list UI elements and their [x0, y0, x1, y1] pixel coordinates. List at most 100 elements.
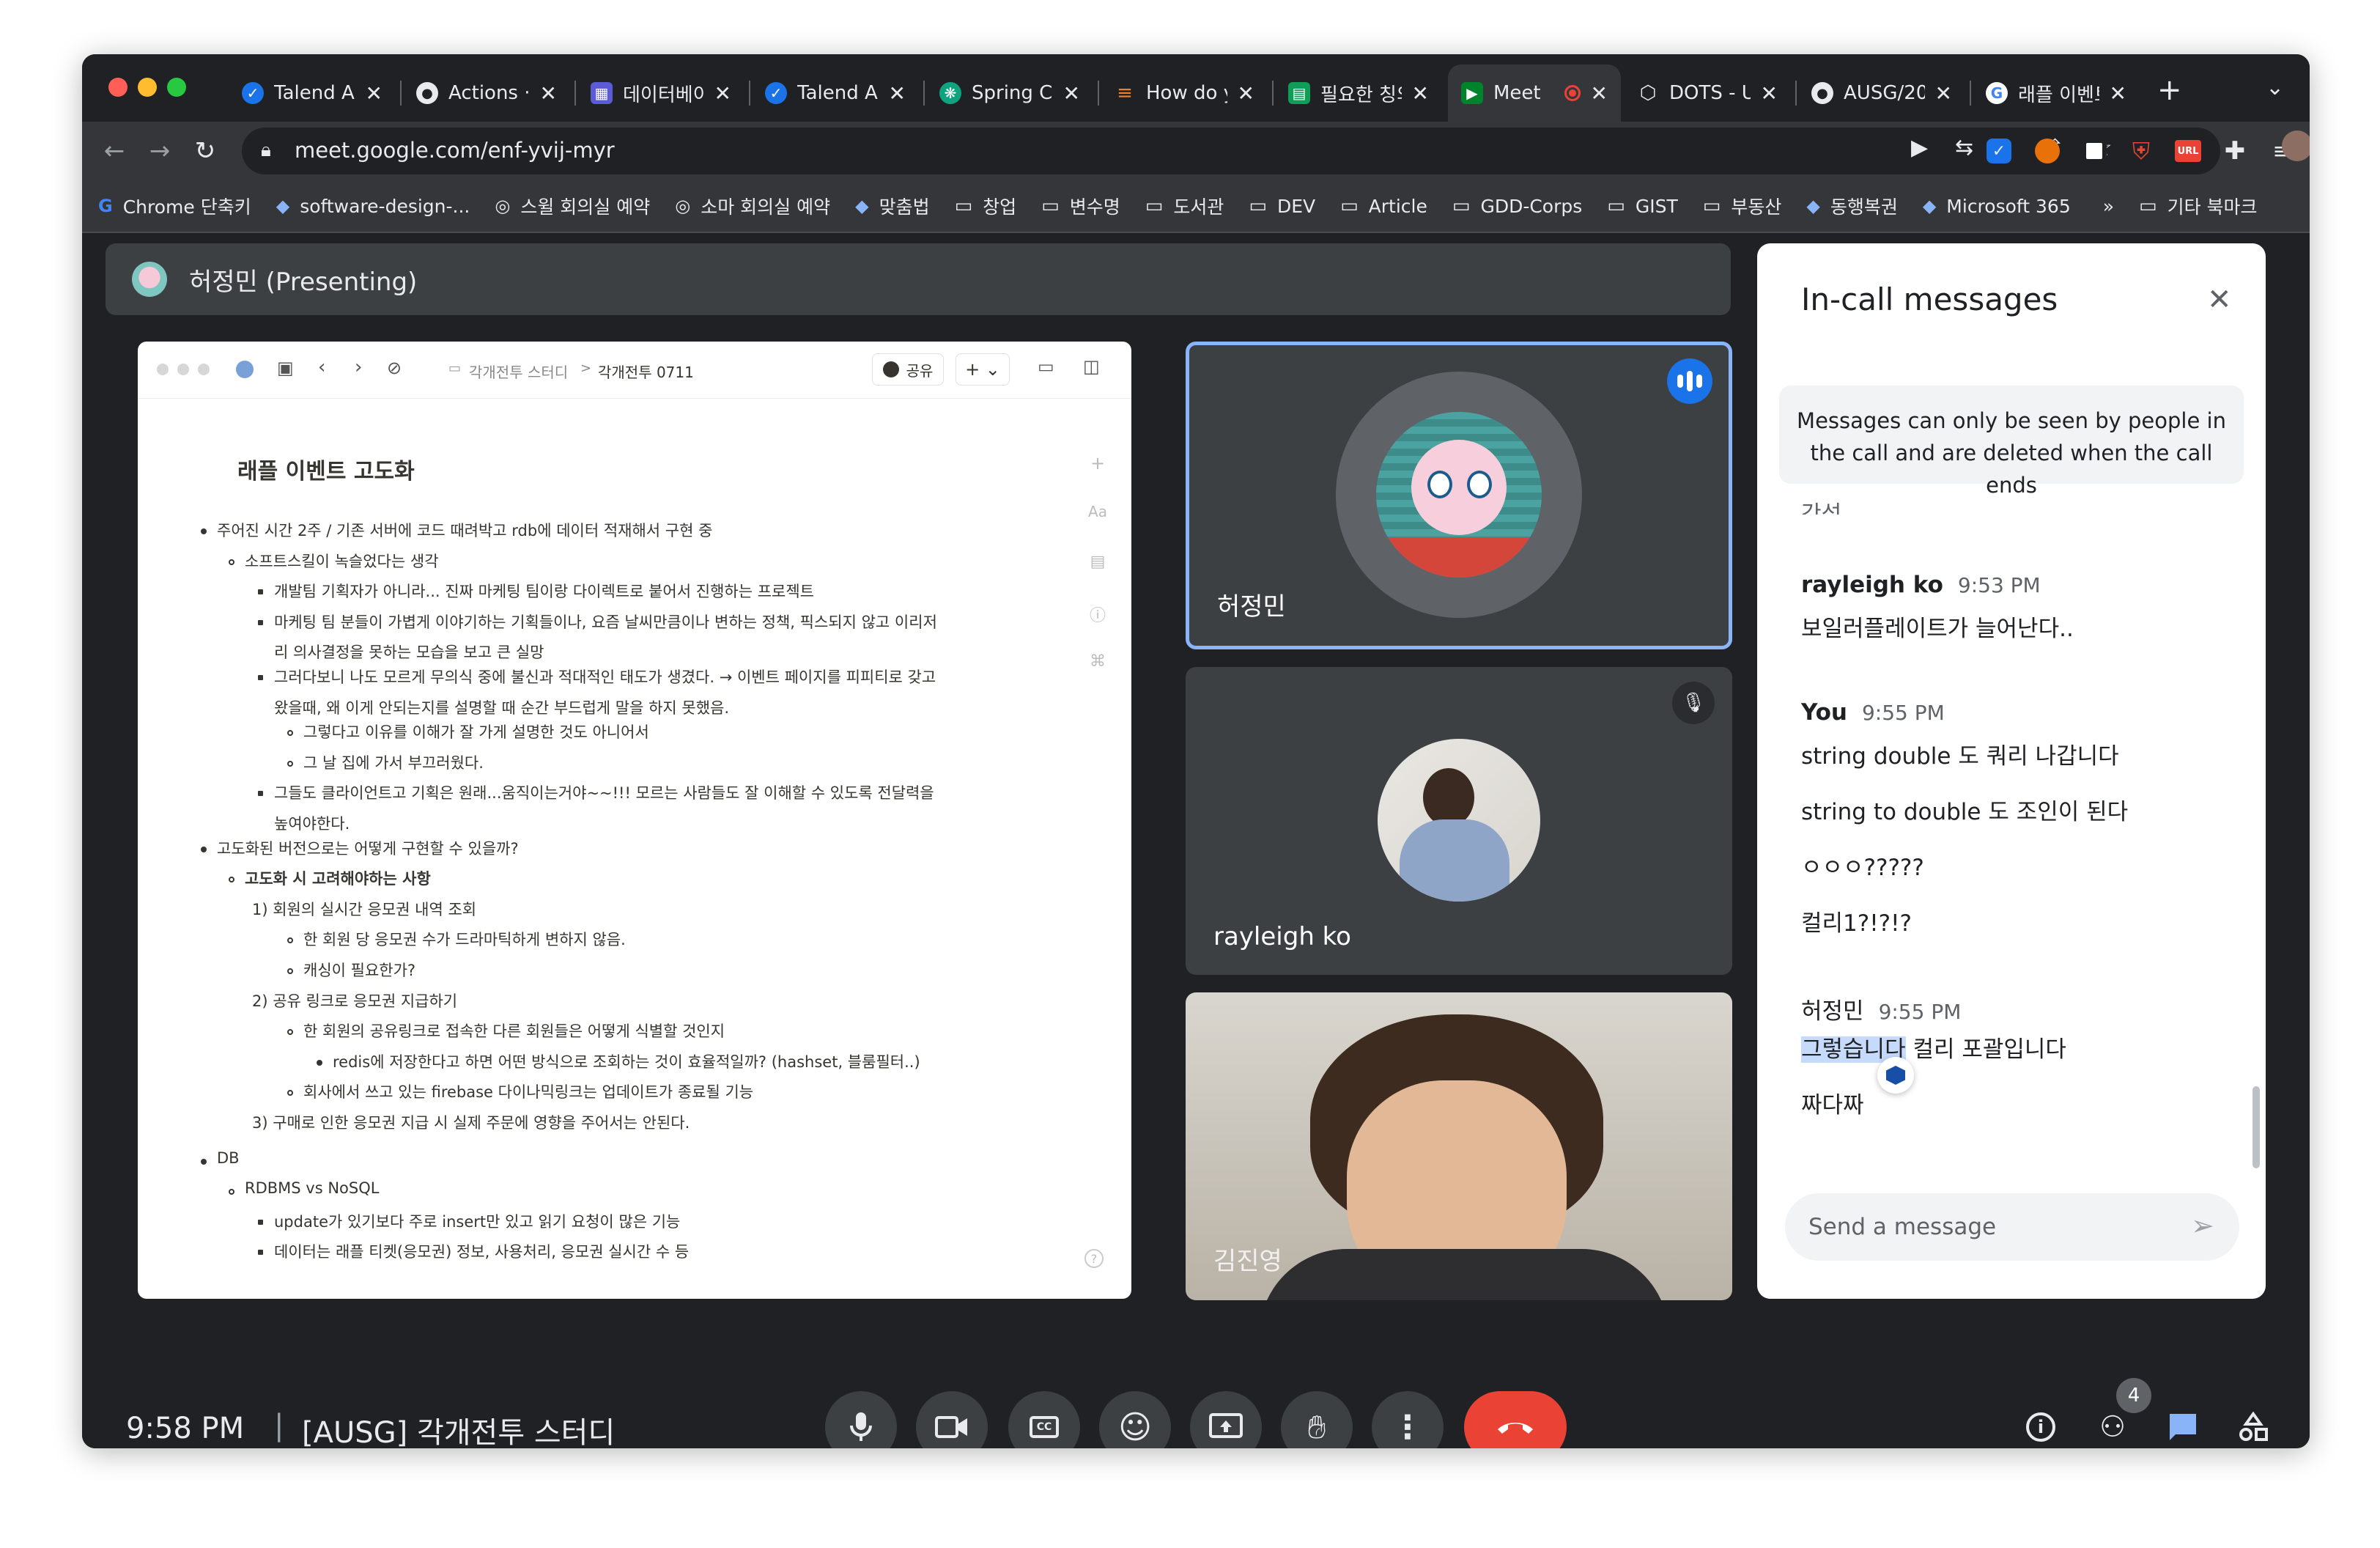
- bullet-icon: [287, 1029, 293, 1036]
- tab[interactable]: ● AUSG/20 ✕: [1798, 64, 1965, 122]
- new-tab-icon[interactable]: +: [2157, 73, 2182, 107]
- raise-hand-button[interactable]: ✋︎: [1281, 1391, 1353, 1448]
- command-icon[interactable]: ⌘: [1082, 652, 1114, 702]
- participant-tile-speaking[interactable]: 허정민: [1186, 342, 1732, 649]
- workspace-icon[interactable]: [236, 361, 254, 378]
- panel-toggle-icon[interactable]: ◫: [1083, 356, 1100, 377]
- extension-shield-icon[interactable]: ⛨: [2122, 132, 2160, 170]
- bookmark-item[interactable]: ▭ 도서관: [1145, 193, 1224, 219]
- close-tab-icon[interactable]: ✕: [2110, 81, 2126, 106]
- reload-icon[interactable]: ↻: [186, 132, 224, 170]
- chat-button[interactable]: [2159, 1403, 2207, 1448]
- tab-separator: [1098, 81, 1099, 106]
- extension-dark-icon[interactable]: [2075, 132, 2113, 170]
- bookmark-item[interactable]: ▭ Article: [1340, 195, 1427, 217]
- chat-message: 그렇습니다 컬리 포괄입니다: [1801, 1031, 2066, 1064]
- bookmark-label: 동행복권: [1830, 196, 1898, 218]
- mic-off-icon: 🎙︎: [1672, 682, 1715, 724]
- present-button[interactable]: [1190, 1391, 1262, 1448]
- participant-tile-self-video[interactable]: 김진영: [1186, 992, 1732, 1300]
- close-tab-icon[interactable]: ✕: [1591, 81, 1608, 106]
- activities-button[interactable]: [2229, 1403, 2277, 1448]
- close-tab-icon[interactable]: ✕: [540, 81, 557, 106]
- bookmark-item[interactable]: ◆ 맞춤법: [855, 193, 929, 219]
- bookmark-item[interactable]: ◎ 소마 회의실 예약: [675, 193, 830, 219]
- translate-popup-icon[interactable]: [1877, 1057, 1914, 1094]
- chat-scrollbar[interactable]: [2252, 1086, 2260, 1168]
- bookmark-item[interactable]: ◆ software-design-...: [276, 196, 470, 217]
- text-style-icon[interactable]: Aa: [1082, 503, 1114, 553]
- more-options-button[interactable]: ⋮: [1372, 1391, 1444, 1448]
- other-bookmarks-folder[interactable]: ▭ 기타 북마크: [2139, 193, 2258, 219]
- close-icon[interactable]: ✕: [2207, 283, 2232, 317]
- forward-icon[interactable]: →: [141, 132, 179, 170]
- more-bookmarks-button[interactable]: »: [2103, 196, 2114, 217]
- leave-call-button[interactable]: [1464, 1391, 1567, 1448]
- breadcrumb-current[interactable]: 각개전투 0711: [598, 361, 694, 382]
- close-tab-icon[interactable]: ✕: [1412, 81, 1429, 106]
- translate-icon[interactable]: ⇆: [1955, 135, 1973, 161]
- close-tab-icon[interactable]: ✕: [1063, 81, 1080, 106]
- bookmark-item[interactable]: ▭ GDD-Corps: [1452, 195, 1582, 217]
- profile-avatar[interactable]: [2282, 130, 2310, 161]
- close-tab-icon[interactable]: ✕: [1935, 81, 1952, 106]
- close-tab-icon[interactable]: ✕: [1238, 81, 1254, 106]
- close-window-button[interactable]: [108, 78, 128, 97]
- tab[interactable]: ▦ 데이터베이 ✕: [577, 64, 744, 122]
- forward-icon[interactable]: ›: [355, 356, 362, 378]
- chat-input[interactable]: Send a message ➢: [1785, 1193, 2239, 1261]
- emoji-button[interactable]: ☺: [1099, 1391, 1171, 1448]
- minimize-window-button[interactable]: [138, 78, 157, 97]
- bookmark-item[interactable]: ◎ 스윌 회의실 예약: [495, 193, 650, 219]
- meeting-details-button[interactable]: i: [2017, 1403, 2065, 1448]
- camera-button[interactable]: [916, 1391, 988, 1448]
- extension-orange-icon[interactable]: [2028, 132, 2066, 170]
- tab[interactable]: ≡ How do y ✕: [1101, 64, 1268, 122]
- extensions-puzzle-icon[interactable]: ✚: [2216, 132, 2254, 170]
- share-button[interactable]: 공유: [872, 353, 944, 386]
- page-icon[interactable]: ▤: [1082, 553, 1114, 602]
- extension-url-icon[interactable]: URL: [2169, 132, 2207, 170]
- sidebar-toggle-icon[interactable]: ▣: [277, 358, 294, 378]
- add-button[interactable]: + ⌄: [956, 353, 1010, 386]
- bookmark-item[interactable]: ▭ 창업: [955, 193, 1017, 219]
- tab[interactable]: ● Actions · ✕: [403, 64, 570, 122]
- maximize-window-button[interactable]: [167, 78, 186, 97]
- info-icon[interactable]: ⓘ: [1082, 602, 1114, 652]
- close-tab-icon[interactable]: ✕: [889, 81, 906, 106]
- captions-button[interactable]: CC: [1008, 1391, 1080, 1448]
- close-tab-icon[interactable]: ✕: [714, 81, 731, 106]
- bookmark-item[interactable]: ◆ Microsoft 365: [1923, 196, 2071, 217]
- tab[interactable]: ❋ Spring Ca ✕: [926, 64, 1093, 122]
- bookmark-item[interactable]: G Chrome 단축키: [98, 193, 251, 219]
- bookmark-item[interactable]: ▭ DEV: [1249, 195, 1315, 217]
- comment-icon[interactable]: ▭: [1038, 356, 1054, 377]
- close-tab-icon[interactable]: ✕: [366, 81, 382, 106]
- extension-check-icon[interactable]: ✓: [1980, 132, 2018, 170]
- clock-icon[interactable]: ⊘: [387, 358, 402, 378]
- bookmark-item[interactable]: ▭ 부동산: [1703, 193, 1782, 219]
- address-bar[interactable]: 🔒︎ meet.google.com/enf-yvij-myr ▶ ⇆ ⌕ ⇪ …: [242, 128, 2220, 174]
- bookmark-item[interactable]: ▭ 변수명: [1041, 193, 1120, 219]
- add-block-icon[interactable]: +: [1082, 453, 1114, 503]
- breadcrumb-parent[interactable]: 각개전투 스터디: [469, 361, 568, 382]
- bookmark-item[interactable]: ▭ GIST: [1607, 195, 1677, 217]
- bullet-icon: [258, 589, 263, 595]
- camera-in-use-icon[interactable]: ▶: [1911, 135, 1928, 161]
- tab-search-chevron-icon[interactable]: ⌄: [2266, 75, 2284, 100]
- back-icon[interactable]: ←: [95, 132, 133, 170]
- back-icon[interactable]: ‹: [318, 356, 325, 378]
- bookmark-item[interactable]: ◆ 동행복권: [1806, 193, 1897, 219]
- tab-active[interactable]: ▶ Meet ✕: [1448, 64, 1621, 122]
- tab[interactable]: G 래플 이벤트 ✕: [1973, 64, 2140, 122]
- tab[interactable]: ▤ 필요한 칭의 ✕: [1275, 64, 1442, 122]
- send-icon[interactable]: ➢: [2191, 1209, 2214, 1242]
- tab[interactable]: ✓ Talend AP ✕: [229, 64, 396, 122]
- chat-group: rayleigh ko 9:53 PM: [1801, 572, 2041, 598]
- tab[interactable]: ⬡ DOTS - U ✕: [1624, 64, 1791, 122]
- help-icon[interactable]: ?: [1084, 1249, 1104, 1268]
- tab[interactable]: ✓ Talend AP ✕: [752, 64, 919, 122]
- participant-tile[interactable]: 🎙︎ rayleigh ko: [1186, 667, 1732, 975]
- mic-button[interactable]: [825, 1391, 897, 1448]
- close-tab-icon[interactable]: ✕: [1761, 81, 1778, 106]
